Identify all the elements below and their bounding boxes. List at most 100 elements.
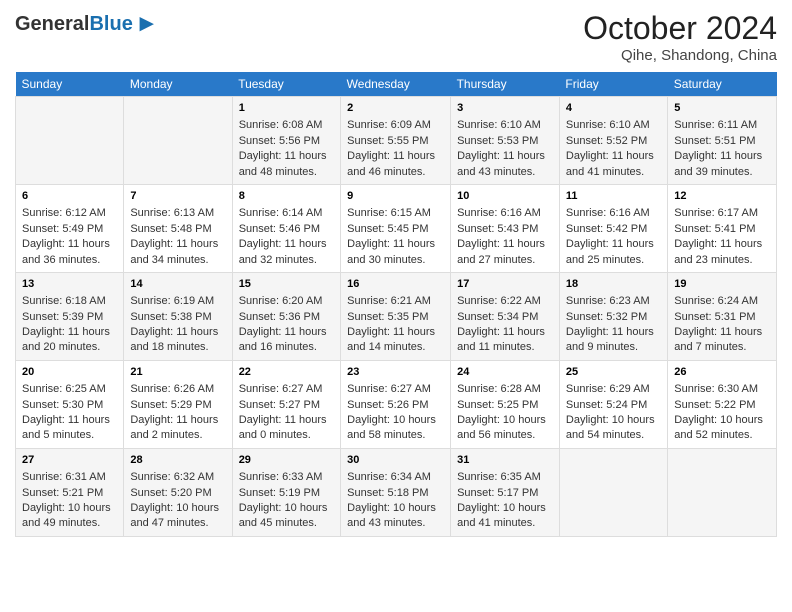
calendar-cell: 2Sunrise: 6:09 AMSunset: 5:55 PMDaylight…: [341, 97, 451, 185]
day-info: Sunrise: 6:26 AM: [130, 382, 225, 397]
calendar-cell: 30Sunrise: 6:34 AMSunset: 5:18 PMDayligh…: [341, 448, 451, 536]
day-info: Sunrise: 6:35 AM: [457, 470, 553, 485]
subtitle: Qihe, Shandong, China: [583, 47, 777, 64]
calendar-cell: 20Sunrise: 6:25 AMSunset: 5:30 PMDayligh…: [16, 360, 124, 448]
day-number: 7: [130, 189, 225, 204]
day-info: Daylight: 11 hours and 43 minutes.: [457, 149, 553, 180]
day-info: Sunrise: 6:23 AM: [566, 294, 661, 309]
day-number: 14: [130, 277, 225, 292]
day-info: Sunset: 5:56 PM: [239, 134, 334, 149]
day-info: Sunrise: 6:31 AM: [22, 470, 117, 485]
day-info: Daylight: 11 hours and 46 minutes.: [347, 149, 444, 180]
day-number: 1: [239, 101, 334, 116]
day-number: 8: [239, 189, 334, 204]
day-info: Daylight: 11 hours and 48 minutes.: [239, 149, 334, 180]
day-info: Sunset: 5:41 PM: [674, 222, 770, 237]
day-info: Sunrise: 6:11 AM: [674, 118, 770, 133]
calendar-cell: 11Sunrise: 6:16 AMSunset: 5:42 PMDayligh…: [559, 184, 667, 272]
day-number: 21: [130, 365, 225, 380]
day-info: Sunset: 5:49 PM: [22, 222, 117, 237]
day-info: Daylight: 10 hours and 54 minutes.: [566, 413, 661, 444]
logo-blue-text: Blue: [89, 13, 132, 36]
day-number: 6: [22, 189, 117, 204]
day-info: Sunset: 5:36 PM: [239, 310, 334, 325]
day-info: Sunset: 5:34 PM: [457, 310, 553, 325]
day-info: Daylight: 11 hours and 30 minutes.: [347, 237, 444, 268]
day-info: Sunset: 5:45 PM: [347, 222, 444, 237]
calendar-day-header: Friday: [559, 72, 667, 97]
calendar-cell: 5Sunrise: 6:11 AMSunset: 5:51 PMDaylight…: [668, 97, 777, 185]
day-info: Sunrise: 6:29 AM: [566, 382, 661, 397]
day-info: Daylight: 11 hours and 32 minutes.: [239, 237, 334, 268]
day-info: Daylight: 11 hours and 2 minutes.: [130, 413, 225, 444]
day-number: 29: [239, 453, 334, 468]
day-info: Sunrise: 6:28 AM: [457, 382, 553, 397]
calendar-cell: 21 Sunrise: 6:26 AMSunset: 5:29 PMDayligh…: [124, 360, 232, 448]
calendar-cell: 6Sunrise: 6:12 AMSunset: 5:49 PMDaylight…: [16, 184, 124, 272]
day-info: Daylight: 11 hours and 39 minutes.: [674, 149, 770, 180]
calendar-week-row: 27Sunrise: 6:31 AMSunset: 5:21 PMDayligh…: [16, 448, 777, 536]
calendar-cell: 4Sunrise: 6:10 AMSunset: 5:52 PMDaylight…: [559, 97, 667, 185]
day-info: Daylight: 11 hours and 16 minutes.: [239, 325, 334, 356]
day-info: Daylight: 11 hours and 41 minutes.: [566, 149, 661, 180]
day-number: 24: [457, 365, 553, 380]
day-number: 10: [457, 189, 553, 204]
day-info: Sunrise: 6:18 AM: [22, 294, 117, 309]
day-info: Daylight: 10 hours and 47 minutes.: [130, 501, 225, 532]
calendar-cell: 3Sunrise: 6:10 AMSunset: 5:53 PMDaylight…: [451, 97, 560, 185]
calendar-cell: [668, 448, 777, 536]
calendar-cell: 15 Sunrise: 6:20 AMSunset: 5:36 PMDayligh…: [232, 272, 340, 360]
day-number: 30: [347, 453, 444, 468]
calendar-cell: 27Sunrise: 6:31 AMSunset: 5:21 PMDayligh…: [16, 448, 124, 536]
day-number: 28: [130, 453, 225, 468]
day-info: Sunrise: 6:16 AM: [457, 206, 553, 221]
day-info: Sunset: 5:48 PM: [130, 222, 225, 237]
day-info: Sunset: 5:38 PM: [130, 310, 225, 325]
day-number: 18: [566, 277, 661, 292]
day-info: Daylight: 11 hours and 7 minutes.: [674, 325, 770, 356]
calendar-cell: 31Sunrise: 6:35 AMSunset: 5:17 PMDayligh…: [451, 448, 560, 536]
day-info: Daylight: 10 hours and 49 minutes.: [22, 501, 117, 532]
day-number: 5: [674, 101, 770, 116]
calendar-cell: 22Sunrise: 6:27 AMSunset: 5:27 PMDayligh…: [232, 360, 340, 448]
day-info: Sunrise: 6:20 AM: [239, 294, 334, 309]
calendar-cell: 17Sunrise: 6:22 AMSunset: 5:34 PMDayligh…: [451, 272, 560, 360]
day-number: 25: [566, 365, 661, 380]
day-info: Daylight: 11 hours and 20 minutes.: [22, 325, 117, 356]
calendar-cell: 1Sunrise: 6:08 AMSunset: 5:56 PMDaylight…: [232, 97, 340, 185]
calendar-cell: [559, 448, 667, 536]
day-info: Sunrise: 6:32 AM: [130, 470, 225, 485]
day-info: Sunrise: 6:17 AM: [674, 206, 770, 221]
day-info: Sunrise: 6:16 AM: [566, 206, 661, 221]
day-number: 15: [239, 277, 334, 292]
day-info: Sunrise: 6:19 AM: [130, 294, 225, 309]
day-info: Daylight: 10 hours and 52 minutes.: [674, 413, 770, 444]
calendar-week-row: 13Sunrise: 6:18 AMSunset: 5:39 PMDayligh…: [16, 272, 777, 360]
calendar-day-header: Saturday: [668, 72, 777, 97]
main-title: October 2024: [583, 10, 777, 47]
day-info: Sunset: 5:29 PM: [130, 398, 225, 413]
calendar-day-header: Wednesday: [341, 72, 451, 97]
calendar-week-row: 20Sunrise: 6:25 AMSunset: 5:30 PMDayligh…: [16, 360, 777, 448]
calendar-cell: 13Sunrise: 6:18 AMSunset: 5:39 PMDayligh…: [16, 272, 124, 360]
day-info: Sunset: 5:26 PM: [347, 398, 444, 413]
calendar-cell: 18Sunrise: 6:23 AMSunset: 5:32 PMDayligh…: [559, 272, 667, 360]
day-number: 31: [457, 453, 553, 468]
day-number: 12: [674, 189, 770, 204]
calendar-cell: 19Sunrise: 6:24 AMSunset: 5:31 PMDayligh…: [668, 272, 777, 360]
calendar-cell: 28Sunrise: 6:32 AMSunset: 5:20 PMDayligh…: [124, 448, 232, 536]
day-info: Daylight: 11 hours and 5 minutes.: [22, 413, 117, 444]
day-info: Sunrise: 6:14 AM: [239, 206, 334, 221]
calendar-week-row: 6Sunrise: 6:12 AMSunset: 5:49 PMDaylight…: [16, 184, 777, 272]
day-info: Daylight: 11 hours and 0 minutes.: [239, 413, 334, 444]
day-number: 22: [239, 365, 334, 380]
calendar-table: SundayMondayTuesdayWednesdayThursdayFrid…: [15, 72, 777, 537]
day-info: Sunrise: 6:15 AM: [347, 206, 444, 221]
day-number: 4: [566, 101, 661, 116]
day-info: Sunrise: 6:21 AM: [347, 294, 444, 309]
day-info: Sunset: 5:31 PM: [674, 310, 770, 325]
calendar-cell: 23Sunrise: 6:27 AMSunset: 5:26 PMDayligh…: [341, 360, 451, 448]
calendar-cell: [16, 97, 124, 185]
day-number: 19: [674, 277, 770, 292]
calendar-day-header: Thursday: [451, 72, 560, 97]
